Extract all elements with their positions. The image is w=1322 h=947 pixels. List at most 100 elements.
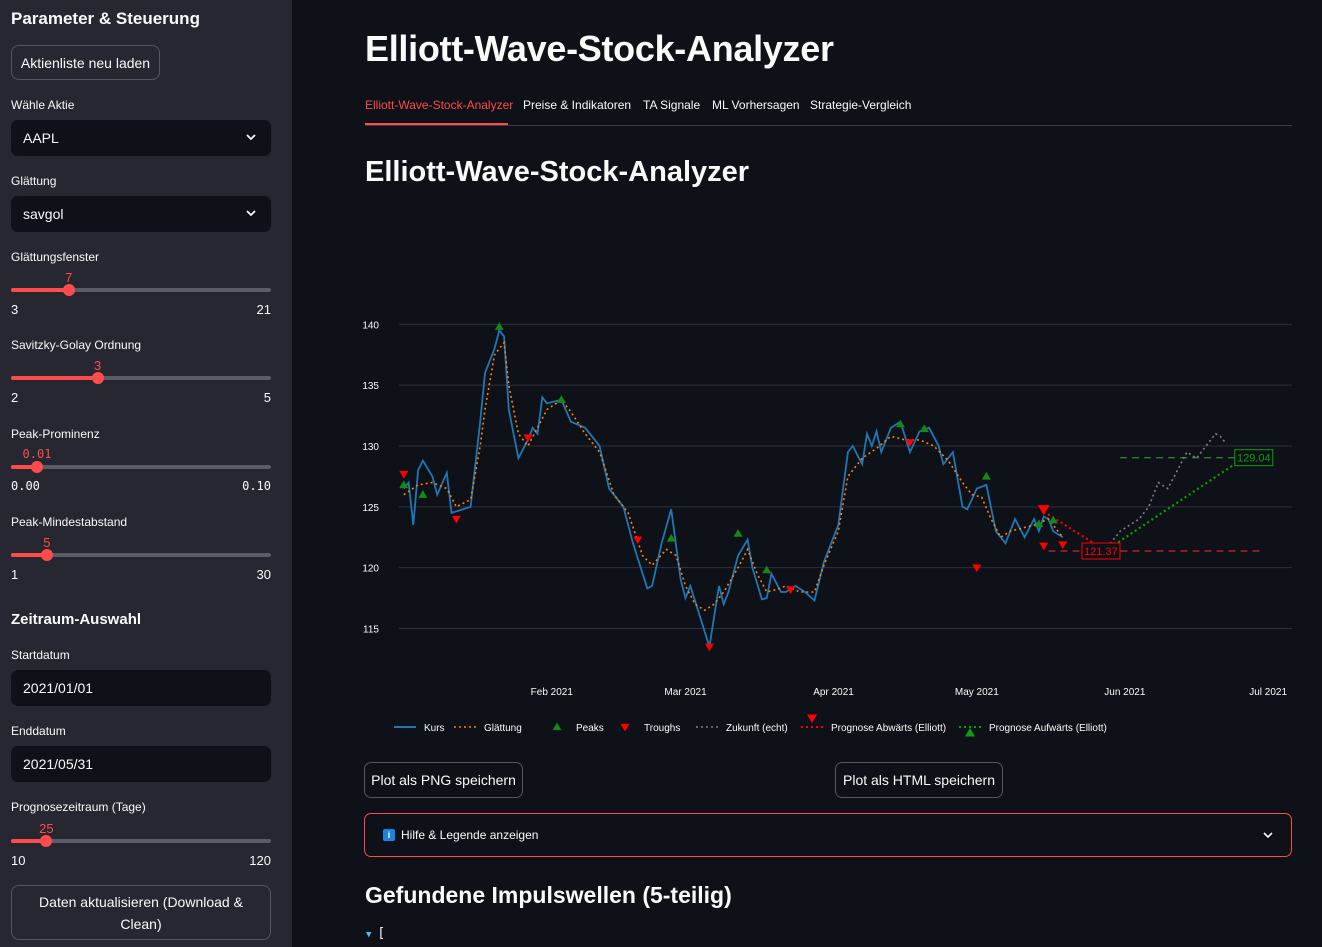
end-date-input[interactable]: 2021/05/31 xyxy=(11,746,271,782)
slider-track xyxy=(11,465,271,469)
value-annotation: 121.37 xyxy=(1084,546,1118,558)
legend-label: Peaks xyxy=(576,723,604,734)
peak-marker xyxy=(418,490,428,498)
end-date-label: Enddatum xyxy=(11,724,66,738)
expand-caret-icon[interactable]: ▼ xyxy=(366,930,371,940)
sidebar: Parameter & Steuerung Aktienliste neu la… xyxy=(0,0,292,947)
y-tick-label: 130 xyxy=(362,442,379,453)
legend-label: Prognose Aufwärts (Elliott) xyxy=(989,723,1107,734)
forecast-down-marker xyxy=(1037,505,1050,516)
x-tick-label: Feb 2021 xyxy=(531,687,574,698)
peak-marker xyxy=(733,529,743,537)
forecast-slider[interactable]: 25 10 120 xyxy=(11,821,271,868)
peak-marker xyxy=(556,395,566,403)
tab-strategy-comparison[interactable]: Strategie-Vergleich xyxy=(810,98,911,112)
slider-min: 0.00 xyxy=(11,479,40,493)
legend-swatch-marker xyxy=(965,728,975,737)
slider-max: 21 xyxy=(256,302,271,317)
chevron-down-icon xyxy=(1263,832,1273,839)
tab-prices-indicators[interactable]: Preise & Indikatoren xyxy=(523,98,631,112)
start-date-label: Startdatum xyxy=(11,648,70,662)
trough-marker xyxy=(1039,542,1049,551)
slider-thumb[interactable] xyxy=(31,461,43,473)
order-slider-label: Savitzky-Golay Ordnung xyxy=(11,338,142,352)
tab-ta-signals[interactable]: TA Signale xyxy=(643,98,700,112)
distance-slider[interactable]: 5 1 30 xyxy=(11,535,271,582)
legend-label: Zukunft (echt) xyxy=(726,723,788,734)
trough-marker xyxy=(399,470,409,479)
slider-min: 10 xyxy=(11,853,26,868)
series-line xyxy=(1100,432,1226,556)
update-data-button[interactable]: Daten aktualisieren (Download & Clean) xyxy=(11,885,271,940)
stock-select-value: AAPL xyxy=(23,130,59,146)
stock-select[interactable]: AAPL xyxy=(11,120,271,156)
slider-thumb[interactable] xyxy=(62,284,75,296)
legend-label: Troughs xyxy=(644,723,680,734)
slider-value: 0.01 xyxy=(22,447,52,461)
x-tick-label: Apr 2021 xyxy=(813,687,854,698)
reload-stocklist-button[interactable]: Aktienliste neu laden xyxy=(11,45,160,80)
time-range-heading: Zeitraum-Auswahl xyxy=(11,611,142,628)
trough-marker xyxy=(633,536,643,545)
slider-value: 25 xyxy=(39,821,54,836)
chevron-down-icon xyxy=(246,134,256,141)
y-tick-label: 135 xyxy=(362,381,379,392)
series-line xyxy=(1105,456,1245,552)
x-tick-label: Jun 2021 xyxy=(1104,687,1146,698)
legend-swatch xyxy=(620,723,630,732)
save-png-button[interactable]: Plot als PNG speichern xyxy=(364,762,523,798)
y-tick-label: 140 xyxy=(362,320,379,331)
y-tick-label: 115 xyxy=(363,625,379,636)
json-open-bracket: [ xyxy=(377,926,386,941)
save-html-button[interactable]: Plot als HTML speichern xyxy=(835,762,1003,798)
slider-fill xyxy=(11,288,69,292)
slider-max: 120 xyxy=(249,853,271,868)
x-tick-label: Jul 2021 xyxy=(1249,687,1287,698)
value-annotation: 129.04 xyxy=(1237,453,1271,465)
start-date-input[interactable]: 2021/01/01 xyxy=(11,670,271,706)
tab-ml-predictions[interactable]: ML Vorhersagen xyxy=(712,98,800,112)
active-tab-indicator xyxy=(365,123,508,125)
stock-select-label: Wähle Aktie xyxy=(11,98,75,112)
trough-marker xyxy=(1058,541,1068,550)
legend-swatch xyxy=(552,722,562,731)
peak-marker xyxy=(1048,515,1058,524)
forecast-slider-label: Prognosezeitraum (Tage) xyxy=(11,800,146,814)
impulse-waves-heading: Gefundene Impulswellen (5-teilig) xyxy=(365,882,732,908)
series-line xyxy=(403,328,1064,648)
help-legend-label: Hilfe & Legende anzeigen xyxy=(401,828,539,842)
slider-value: 5 xyxy=(43,535,51,550)
section-title: Elliott-Wave-Stock-Analyzer xyxy=(365,156,750,188)
slider-thumb[interactable] xyxy=(40,549,53,561)
tab-bar: Elliott-Wave-Stock-Analyzer Preise & Ind… xyxy=(365,96,1292,126)
distance-slider-label: Peak-Mindestabstand xyxy=(11,515,128,529)
slider-min: 3 xyxy=(11,302,19,317)
trough-marker xyxy=(972,564,982,573)
app-root: Parameter & Steuerung Aktienliste neu la… xyxy=(0,0,1322,947)
json-viewer[interactable]: ▼[ xyxy=(366,926,385,941)
order-slider[interactable]: 3 2 5 xyxy=(11,358,271,405)
smoothing-select-label: Glättung xyxy=(11,174,57,188)
slider-max: 0.10 xyxy=(242,479,271,493)
slider-thumb[interactable] xyxy=(91,372,104,384)
peak-marker xyxy=(494,322,504,330)
slider-thumb[interactable] xyxy=(40,835,53,847)
peak-marker xyxy=(762,565,772,574)
prominence-slider-label: Peak-Prominenz xyxy=(11,427,100,441)
slider-min: 2 xyxy=(11,390,19,405)
x-tick-label: Mar 2021 xyxy=(664,687,707,698)
help-legend-expander[interactable]: i Hilfe & Legende anzeigen xyxy=(364,813,1292,857)
smoothing-select[interactable]: savgol xyxy=(11,196,271,232)
elliott-wave-chart[interactable]: 115 120 125 130 135 140 Feb 2021 Mar 2021 Apr 20… xyxy=(356,280,1306,750)
legend-label: Prognose Abwärts (Elliott) xyxy=(831,723,946,734)
slider-max: 30 xyxy=(256,567,271,582)
trough-marker xyxy=(451,515,461,524)
page-title: Elliott-Wave-Stock-Analyzer xyxy=(365,28,834,69)
prominence-slider[interactable]: 0.01 0.00 0.10 xyxy=(11,447,271,493)
sidebar-title: Parameter & Steuerung xyxy=(11,9,200,28)
tab-elliott-wave[interactable]: Elliott-Wave-Stock-Analyzer xyxy=(365,98,513,112)
window-slider[interactable]: 7 3 21 xyxy=(11,270,271,317)
window-slider-label: Glättungsfenster xyxy=(11,250,100,264)
y-tick-label: 125 xyxy=(362,503,379,514)
smoothing-select-value: savgol xyxy=(23,206,64,222)
